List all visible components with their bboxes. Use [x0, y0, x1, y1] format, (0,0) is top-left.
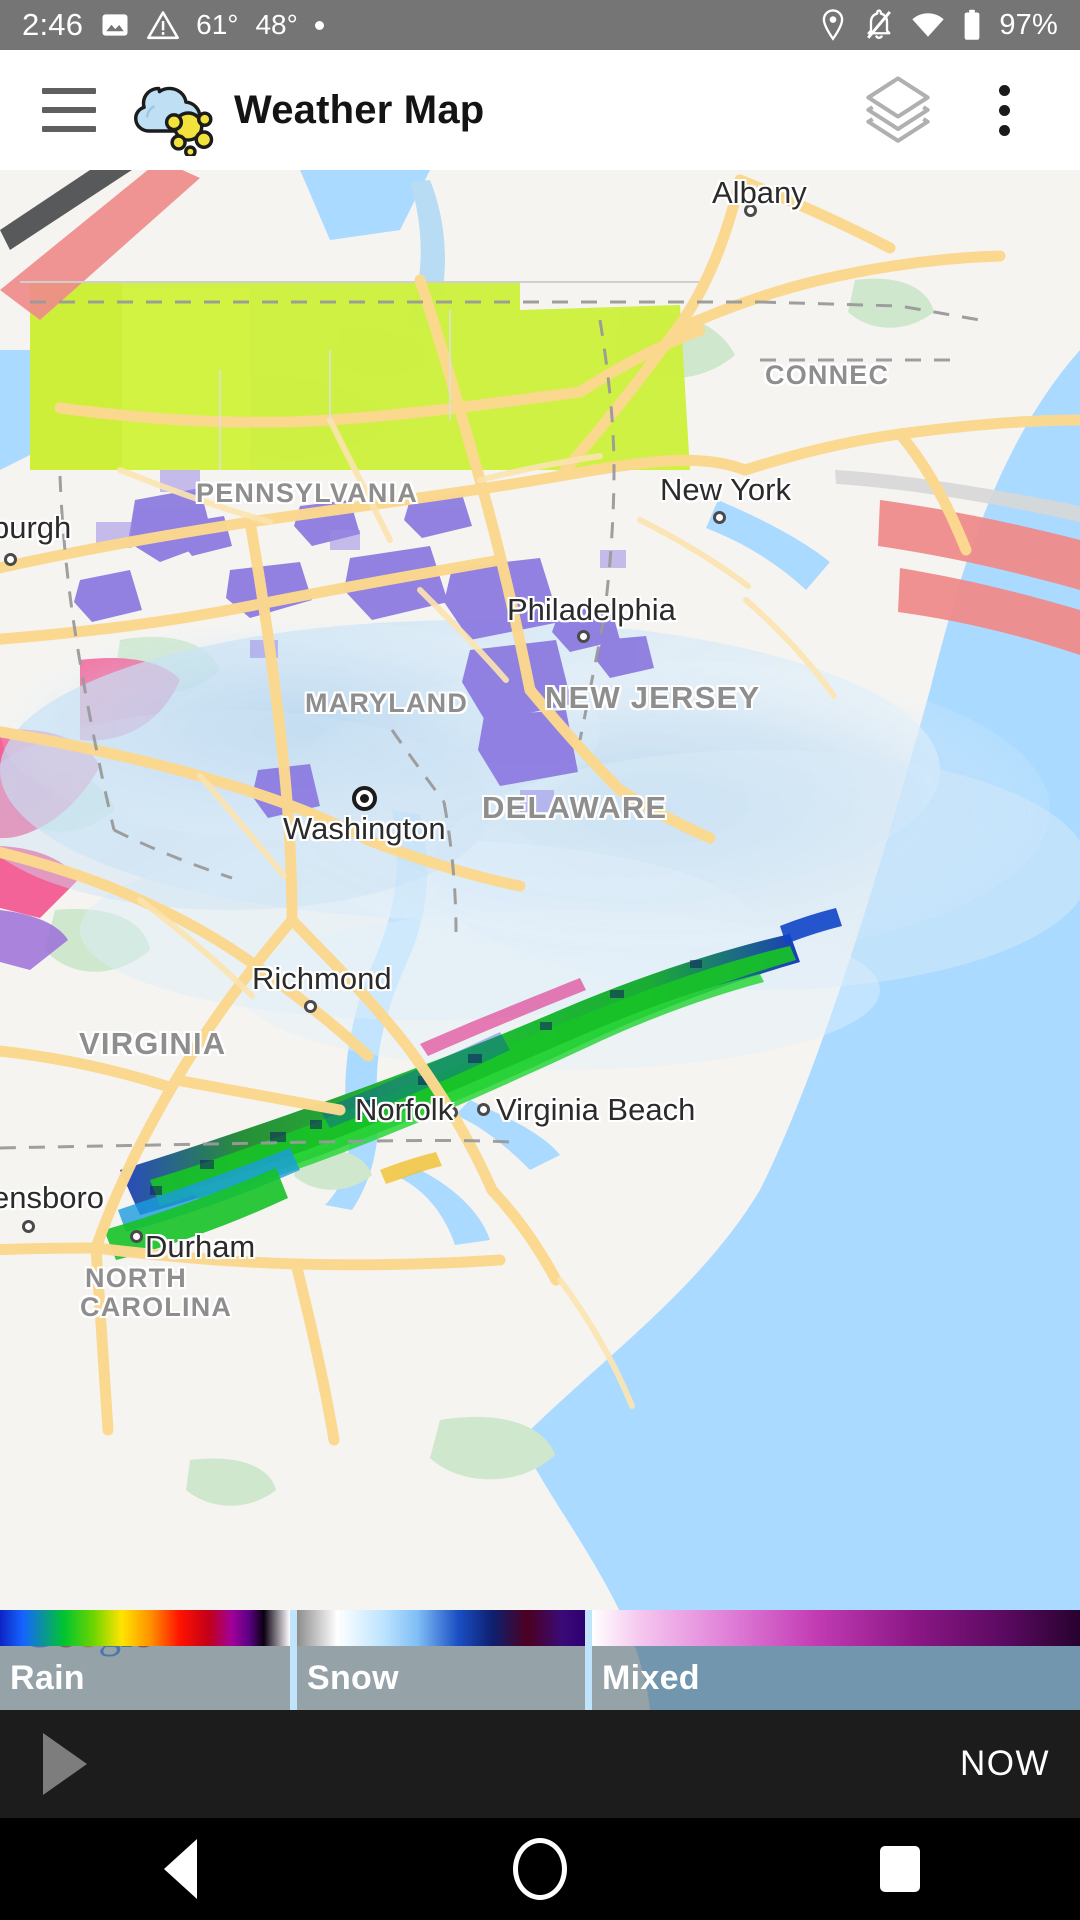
back-triangle-icon: [163, 1839, 197, 1899]
wifi-icon: [911, 11, 945, 39]
nav-home-button[interactable]: [470, 1818, 610, 1920]
overflow-dot: [998, 84, 1010, 96]
menu-icon-line: [42, 107, 96, 113]
bell-off-icon: [864, 9, 894, 41]
status-time: 2:46: [22, 7, 84, 42]
recents-square-icon: [880, 1846, 920, 1892]
timeline-bar: NOW: [0, 1710, 1080, 1818]
cloud-hail-logo-icon: [130, 64, 222, 159]
city-marker[interactable]: [22, 1220, 35, 1233]
capital-marker[interactable]: [352, 786, 377, 811]
warning-triangle-icon: [147, 10, 180, 40]
menu-icon-line: [42, 88, 96, 94]
legend-body-mixed: Mixed: [592, 1646, 1080, 1710]
app-bar: Weather Map: [0, 50, 1080, 170]
legend-body-snow: Snow: [297, 1646, 585, 1710]
legend-label-snow: Snow: [307, 1658, 399, 1697]
layers-button[interactable]: [850, 62, 946, 158]
status-bar: 2:46 61° 48° 97%: [0, 0, 1080, 50]
menu-icon[interactable]: [42, 88, 96, 132]
legend-body-rain: Rain: [0, 1646, 290, 1710]
legend-label-rain: Rain: [10, 1658, 85, 1697]
layers-icon: [863, 73, 933, 148]
timeline-time-label: NOW: [959, 1744, 1050, 1783]
city-marker[interactable]: [744, 204, 757, 217]
legend-label-mixed: Mixed: [602, 1658, 700, 1697]
play-button[interactable]: [30, 1729, 100, 1799]
status-temp-high: 61°: [196, 9, 239, 40]
overflow-dot: [998, 124, 1010, 136]
page-title: Weather Map: [234, 87, 485, 132]
legend-gradient-mixed: [592, 1610, 1080, 1646]
legend-gradient-rain: [0, 1610, 290, 1646]
legend-panel-rain[interactable]: Rain: [0, 1610, 290, 1710]
precipitation-legend: Rain Snow Mixed: [0, 1610, 1080, 1710]
more-vertical-icon: [980, 62, 1028, 158]
home-circle-icon: [513, 1838, 567, 1900]
legend-gradient-snow: [297, 1610, 585, 1646]
status-bar-right: 97%: [819, 9, 1058, 42]
nav-recents-button[interactable]: [830, 1818, 970, 1920]
android-nav-bar: [0, 1818, 1080, 1920]
app-bar-actions: [850, 62, 1052, 158]
city-marker[interactable]: [477, 1103, 490, 1116]
legend-panel-snow[interactable]: Snow: [290, 1610, 585, 1710]
dot-indicator-icon: [314, 20, 324, 30]
map-graphics: [0, 170, 1080, 1710]
legend-panel-mixed[interactable]: Mixed: [585, 1610, 1080, 1710]
city-marker[interactable]: [445, 1106, 458, 1119]
city-marker[interactable]: [304, 1000, 317, 1013]
battery-percent: 97%: [999, 8, 1058, 41]
city-marker[interactable]: [4, 553, 17, 566]
city-marker[interactable]: [130, 1230, 143, 1243]
image-icon: [100, 10, 130, 40]
location-pin-icon: [819, 9, 847, 41]
overflow-menu-button[interactable]: [956, 62, 1052, 158]
city-marker[interactable]: [577, 630, 590, 643]
play-icon: [43, 1733, 87, 1795]
menu-icon-line: [42, 126, 96, 132]
status-temp-low: 48°: [255, 9, 298, 40]
nav-back-button[interactable]: [110, 1818, 250, 1920]
overflow-dot: [998, 104, 1010, 116]
city-marker[interactable]: [713, 511, 726, 524]
battery-icon: [962, 9, 982, 41]
status-bar-left: 2:46 61° 48°: [22, 7, 324, 43]
weather-map-canvas[interactable]: Albany New York Philadelphia Washington …: [0, 170, 1080, 1710]
